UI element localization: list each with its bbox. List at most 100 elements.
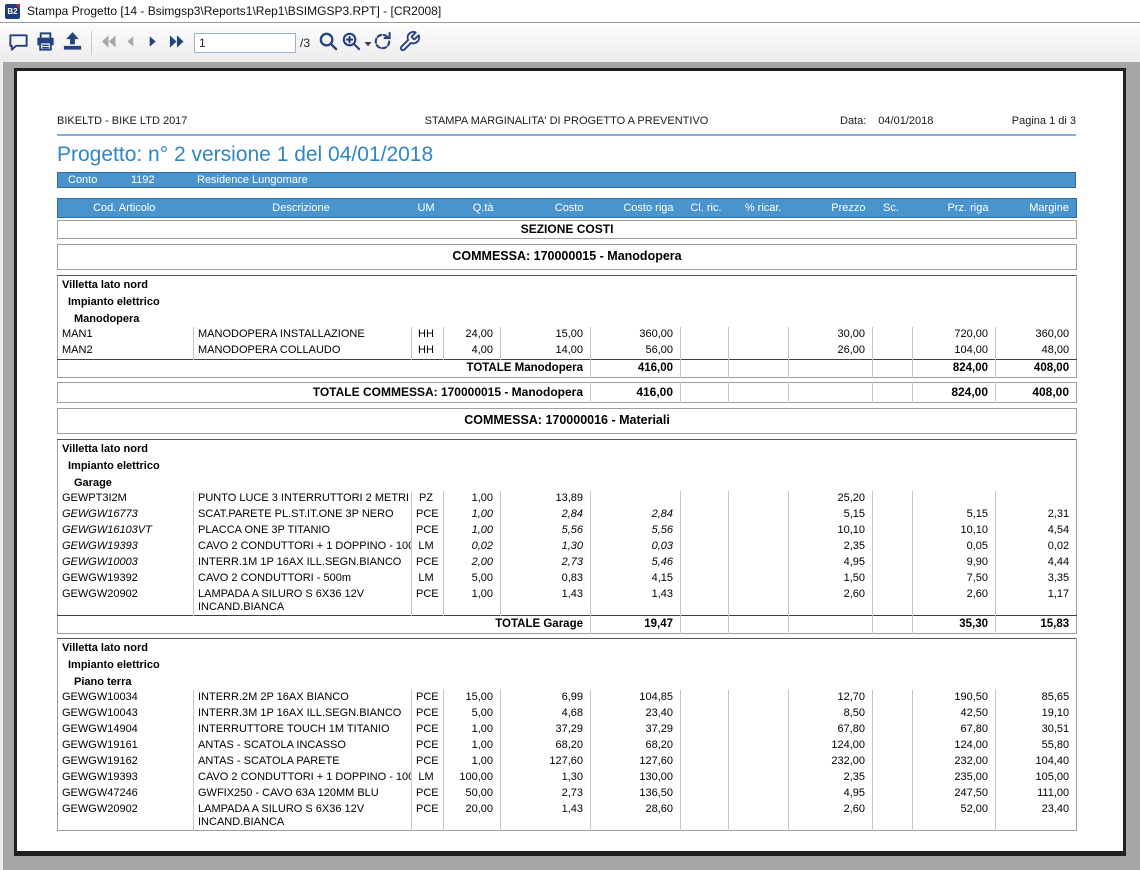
cell-prezzo: 25,20 <box>789 491 873 507</box>
cell-cl_ric <box>681 523 729 539</box>
cell-sc <box>873 786 913 802</box>
cell-costo: 13,89 <box>501 491 591 507</box>
table-row: GEWPT3I2MPUNTO LUCE 3 INTERRUTTORI 2 MET… <box>58 491 1077 507</box>
cell-cl_ric <box>681 786 729 802</box>
first-page-icon <box>98 31 119 55</box>
next-page-button[interactable] <box>141 29 163 57</box>
total-ricar <box>729 616 789 634</box>
cell-margine: 55,80 <box>996 738 1077 754</box>
first-page-button[interactable] <box>97 29 119 57</box>
cell-costo_riga: 0,03 <box>591 539 681 555</box>
cell-costo_riga: 1,43 <box>591 587 681 616</box>
cell-um: PCE <box>412 738 444 754</box>
comment-button[interactable] <box>5 29 32 57</box>
search-icon <box>317 30 340 56</box>
section-row: COMMESSA: 170000016 - Materiali <box>58 409 1077 434</box>
zoom-icon <box>340 30 363 56</box>
cell-cl_ric <box>681 539 729 555</box>
cell-um: PCE <box>412 722 444 738</box>
total-label: TOTALE COMMESSA: 170000015 - Manodopera <box>58 383 591 403</box>
total-ricar <box>729 383 789 403</box>
total-sc <box>873 360 913 378</box>
header-rule <box>57 134 1076 136</box>
refresh-button[interactable] <box>369 29 396 57</box>
cell-prezzo: 12,70 <box>789 690 873 706</box>
cell-um: PCE <box>412 690 444 706</box>
search-button[interactable] <box>315 29 342 57</box>
total-prezzo <box>789 360 873 378</box>
cell-costo_riga: 4,15 <box>591 571 681 587</box>
cell-cl_ric <box>681 327 729 343</box>
column-header: Prezzo <box>789 199 873 218</box>
cell-cl_ric <box>681 754 729 770</box>
total-margine: 408,00 <box>996 360 1077 378</box>
cell-prz_riga: 2,60 <box>913 587 996 616</box>
cell-costo: 68,20 <box>501 738 591 754</box>
group-header-row: Impianto elettrico <box>58 293 1077 310</box>
cell-prz_riga: 0,05 <box>913 539 996 555</box>
cell-code: GEWGW10034 <box>58 690 194 706</box>
settings-button[interactable] <box>396 29 423 57</box>
date-label: Data: <box>840 115 866 127</box>
cell-prezzo: 30,00 <box>789 327 873 343</box>
cell-prz_riga: 720,00 <box>913 327 996 343</box>
report-page: BIKELTD - BIKE LTD 2017 STAMPA MARGINALI… <box>14 68 1126 856</box>
cell-prz_riga: 42,50 <box>913 706 996 722</box>
cell-code: GEWGW19161 <box>58 738 194 754</box>
cell-um: PCE <box>412 507 444 523</box>
cell-sc <box>873 571 913 587</box>
cell-ricar <box>729 738 789 754</box>
previous-page-icon <box>121 32 140 54</box>
section-band: SEZIONE COSTI <box>57 220 1077 239</box>
total-cl_ric <box>681 383 729 403</box>
cell-ricar <box>729 555 789 571</box>
cell-prezzo: 4,95 <box>789 786 873 802</box>
cell-cl_ric <box>681 555 729 571</box>
total-ricar <box>729 360 789 378</box>
total-label: TOTALE Manodopera <box>58 360 591 378</box>
cell-prezzo: 8,50 <box>789 706 873 722</box>
cell-prezzo: 2,35 <box>789 539 873 555</box>
export-button[interactable] <box>59 29 86 57</box>
cell-costo: 2,84 <box>501 507 591 523</box>
total-row: TOTALE Manodopera416,00824,00408,00 <box>58 360 1077 378</box>
cell-costo_riga: 28,60 <box>591 802 681 831</box>
cell-code: GEWGW14904 <box>58 722 194 738</box>
total-margine: 408,00 <box>996 383 1077 403</box>
cell-prz_riga: 5,15 <box>913 507 996 523</box>
group-header: Impianto elettrico <box>58 656 1077 673</box>
section-title: SEZIONE COSTI <box>58 221 1077 239</box>
cell-prezzo: 1,50 <box>789 571 873 587</box>
cell-cl_ric <box>681 507 729 523</box>
cell-margine: 48,00 <box>996 343 1077 360</box>
cell-cl_ric <box>681 722 729 738</box>
zoom-button[interactable] <box>342 29 369 57</box>
total-costo_riga: 416,00 <box>591 360 681 378</box>
cell-costo: 0,83 <box>501 571 591 587</box>
print-button[interactable] <box>32 29 59 57</box>
cell-desc: MANODOPERA COLLAUDO <box>194 343 412 360</box>
total-cl_ric <box>681 616 729 634</box>
cell-prz_riga: 232,00 <box>913 754 996 770</box>
cell-desc: LAMPADA A SILURO S 6X36 12VINCAND.BIANCA <box>194 587 412 616</box>
last-page-button[interactable] <box>163 29 190 57</box>
column-header: Prz. riga <box>913 199 996 218</box>
cell-ricar <box>729 571 789 587</box>
cell-ricar <box>729 343 789 360</box>
cell-margine: 2,31 <box>996 507 1077 523</box>
cell-desc: CAVO 2 CONDUTTORI - 500m <box>194 571 412 587</box>
cell-desc: CAVO 2 CONDUTTORI + 1 DOPPINO - 100m <box>194 770 412 786</box>
next-page-icon <box>143 32 162 54</box>
prev-page-button[interactable] <box>119 29 141 57</box>
cell-um: PCE <box>412 802 444 831</box>
total-cl_ric <box>681 360 729 378</box>
toolbar-separator <box>91 31 92 55</box>
total-costo_riga: 19,47 <box>591 616 681 634</box>
column-header: Q.tà <box>444 199 501 218</box>
cell-margine: 30,51 <box>996 722 1077 738</box>
page-number-input[interactable] <box>194 33 296 53</box>
cell-margine: 104,40 <box>996 754 1077 770</box>
cell-costo_riga: 127,60 <box>591 754 681 770</box>
cell-desc: CAVO 2 CONDUTTORI + 1 DOPPINO - 100m <box>194 539 412 555</box>
cell-costo_riga: 104,85 <box>591 690 681 706</box>
